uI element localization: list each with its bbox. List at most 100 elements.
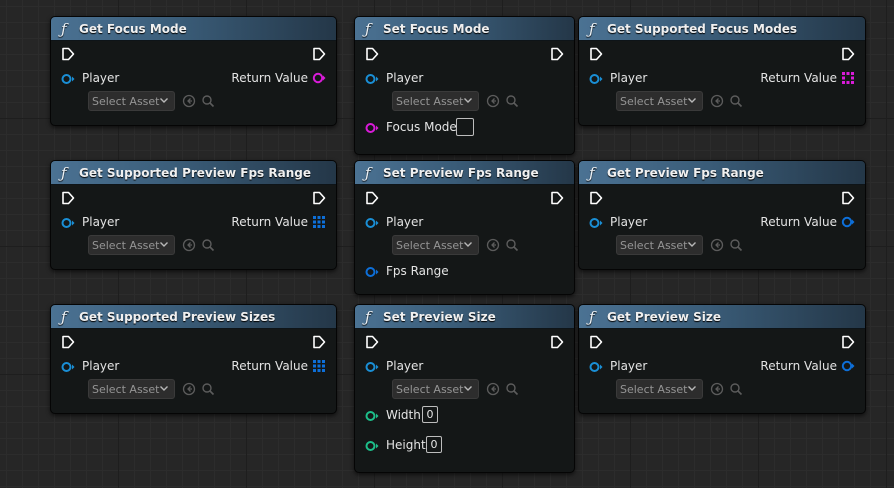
exec-out-pin-icon[interactable]	[841, 47, 855, 61]
object-pin-icon[interactable]	[365, 361, 379, 373]
width-value-input[interactable]: 0	[422, 406, 438, 423]
struct-pin-icon[interactable]	[365, 266, 379, 278]
exec-out-pin-icon[interactable]	[841, 335, 855, 349]
exec-out-pin-icon[interactable]	[841, 191, 855, 205]
use-selected-asset-icon[interactable]	[182, 238, 196, 252]
select-asset-dropdown[interactable]: Select Asset	[392, 379, 479, 399]
chevron-down-icon	[688, 242, 696, 247]
use-selected-asset-icon[interactable]	[486, 382, 500, 396]
use-selected-asset-icon[interactable]	[182, 94, 196, 108]
player-pin-label: Player	[610, 215, 648, 229]
return-value-label: Return Value	[760, 215, 837, 229]
node-get-preview-fps-range[interactable]: ƒ Get Preview Fps Range Player Return Val…	[578, 160, 866, 270]
node-header[interactable]: ƒ Get Supported Preview Fps Range	[51, 161, 336, 185]
select-asset-dropdown[interactable]: Select Asset	[88, 379, 175, 399]
exec-in-pin-icon[interactable]	[589, 47, 603, 61]
object-pin-icon[interactable]	[589, 361, 603, 373]
node-title: Get Supported Preview Sizes	[79, 309, 276, 324]
array-pin-icon[interactable]	[841, 71, 855, 85]
select-asset-dropdown[interactable]: Select Asset	[616, 235, 703, 255]
browse-asset-icon[interactable]	[505, 382, 519, 396]
select-asset-label: Select Asset	[92, 94, 160, 108]
exec-in-pin-icon[interactable]	[589, 335, 603, 349]
node-set-preview-fps-range[interactable]: ƒ Set Preview Fps Range Player Select Ass…	[354, 160, 575, 295]
browse-asset-icon[interactable]	[505, 238, 519, 252]
focus-mode-pin-label: Focus Mode	[386, 120, 457, 134]
select-asset-label: Select Asset	[92, 238, 160, 252]
node-header[interactable]: ƒ Set Preview Size	[355, 305, 574, 329]
node-get-supported-focus-modes[interactable]: ƒ Get Supported Focus Modes Player Return…	[578, 16, 866, 126]
use-selected-asset-icon[interactable]	[710, 94, 724, 108]
struct-pin-icon[interactable]	[841, 359, 855, 373]
select-asset-dropdown[interactable]: Select Asset	[616, 91, 703, 111]
int-pin-icon[interactable]	[365, 440, 379, 452]
use-selected-asset-icon[interactable]	[486, 94, 500, 108]
node-get-preview-size[interactable]: ƒ Get Preview Size Player Return Value Se…	[578, 304, 866, 414]
node-header[interactable]: ƒ Set Focus Mode	[355, 17, 574, 41]
browse-asset-icon[interactable]	[729, 238, 743, 252]
select-asset-dropdown[interactable]: Select Asset	[88, 235, 175, 255]
select-asset-dropdown[interactable]: Select Asset	[616, 379, 703, 399]
exec-out-pin-icon[interactable]	[550, 335, 564, 349]
array-pin-icon[interactable]	[312, 215, 326, 229]
use-selected-asset-icon[interactable]	[710, 382, 724, 396]
exec-in-pin-icon[interactable]	[589, 191, 603, 205]
exec-out-pin-icon[interactable]	[312, 47, 326, 61]
select-asset-dropdown[interactable]: Select Asset	[88, 91, 175, 111]
select-asset-dropdown[interactable]: Select Asset	[392, 91, 479, 111]
browse-asset-icon[interactable]	[729, 382, 743, 396]
node-header[interactable]: ƒ Set Preview Fps Range	[355, 161, 574, 185]
node-set-preview-size[interactable]: ƒ Set Preview Size Player Select Asset Wi…	[354, 304, 575, 473]
exec-in-pin-icon[interactable]	[61, 191, 75, 205]
node-header[interactable]: ƒ Get Preview Size	[579, 305, 865, 329]
player-pin-label: Player	[82, 359, 120, 373]
object-pin-icon[interactable]	[61, 73, 75, 85]
height-value-input[interactable]: 0	[426, 436, 442, 453]
select-asset-label: Select Asset	[396, 94, 464, 108]
exec-out-pin-icon[interactable]	[312, 191, 326, 205]
focus-mode-value-box[interactable]	[456, 118, 474, 136]
node-set-focus-mode[interactable]: ƒ Set Focus Mode Player Select Asset Focu…	[354, 16, 575, 155]
exec-in-pin-icon[interactable]	[365, 335, 379, 349]
node-header[interactable]: ƒ Get Supported Focus Modes	[579, 17, 865, 41]
use-selected-asset-icon[interactable]	[486, 238, 500, 252]
browse-asset-icon[interactable]	[201, 382, 215, 396]
use-selected-asset-icon[interactable]	[182, 382, 196, 396]
node-get-focus-mode[interactable]: ƒ Get Focus Mode Player Return Value Sele…	[50, 16, 337, 126]
exec-out-pin-icon[interactable]	[312, 335, 326, 349]
node-get-supported-preview-sizes[interactable]: ƒ Get Supported Preview Sizes Player Retu…	[50, 304, 337, 414]
browse-asset-icon[interactable]	[201, 238, 215, 252]
int-pin-icon[interactable]	[365, 410, 379, 422]
object-pin-icon[interactable]	[589, 217, 603, 229]
node-title: Get Focus Mode	[79, 21, 187, 36]
exec-in-pin-icon[interactable]	[365, 47, 379, 61]
exec-in-pin-icon[interactable]	[61, 335, 75, 349]
array-pin-icon[interactable]	[312, 359, 326, 373]
chevron-down-icon	[464, 386, 472, 391]
exec-in-pin-icon[interactable]	[365, 191, 379, 205]
enum-pin-icon[interactable]	[365, 122, 379, 134]
struct-pin-icon[interactable]	[841, 215, 855, 229]
node-get-supported-preview-fps-range[interactable]: ƒ Get Supported Preview Fps Range Player …	[50, 160, 337, 270]
object-pin-icon[interactable]	[61, 361, 75, 373]
exec-out-pin-icon[interactable]	[550, 47, 564, 61]
function-icon: ƒ	[61, 307, 67, 326]
node-header[interactable]: ƒ Get Supported Preview Sizes	[51, 305, 336, 329]
object-pin-icon[interactable]	[365, 73, 379, 85]
browse-asset-icon[interactable]	[729, 94, 743, 108]
return-value-label: Return Value	[231, 215, 308, 229]
chevron-down-icon	[160, 242, 168, 247]
use-selected-asset-icon[interactable]	[710, 238, 724, 252]
select-asset-dropdown[interactable]: Select Asset	[392, 235, 479, 255]
node-header[interactable]: ƒ Get Preview Fps Range	[579, 161, 865, 185]
browse-asset-icon[interactable]	[505, 94, 519, 108]
exec-out-pin-icon[interactable]	[550, 191, 564, 205]
object-pin-icon[interactable]	[589, 73, 603, 85]
node-header[interactable]: ƒ Get Focus Mode	[51, 17, 336, 41]
exec-in-pin-icon[interactable]	[61, 47, 75, 61]
return-value-label: Return Value	[760, 359, 837, 373]
object-pin-icon[interactable]	[365, 217, 379, 229]
object-pin-icon[interactable]	[61, 217, 75, 229]
enum-pin-icon[interactable]	[312, 71, 326, 85]
browse-asset-icon[interactable]	[201, 94, 215, 108]
